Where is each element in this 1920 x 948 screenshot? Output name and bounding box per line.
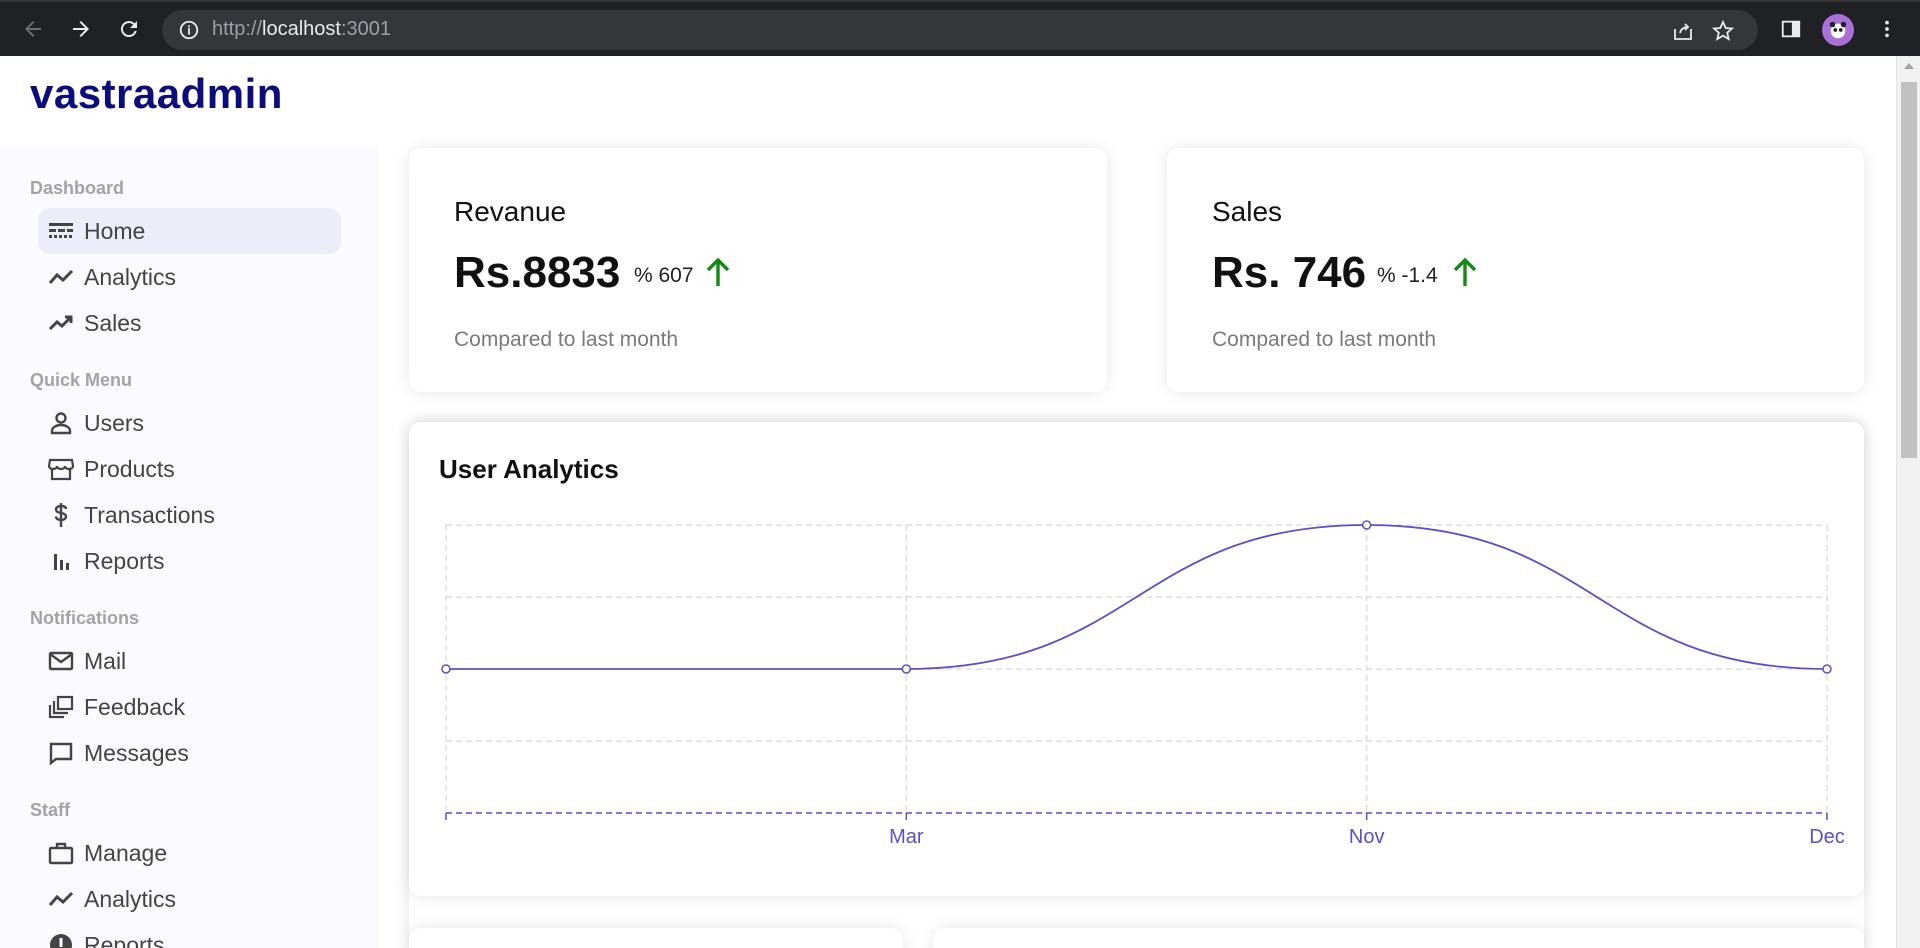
- sidebar-section-title: Notifications: [30, 608, 140, 628]
- more-vert-icon: [1885, 20, 1889, 38]
- address-bar[interactable]: http://localhost:3001: [162, 10, 1758, 50]
- sidebar-item-reports[interactable]: Reports: [38, 538, 341, 584]
- side-panel-icon: [1781, 20, 1801, 38]
- sidebar-item-label: Feedback: [84, 693, 186, 720]
- share-button[interactable]: [1670, 18, 1696, 44]
- vertical-scrollbar[interactable]: [1896, 56, 1920, 948]
- sidebar-item-label: Analytics: [84, 263, 177, 290]
- arrow-left-icon: [25, 21, 41, 37]
- profile-avatar[interactable]: [1822, 14, 1854, 46]
- sidebar-item-messages[interactable]: Messages: [38, 730, 341, 776]
- menu-button[interactable]: [1870, 12, 1904, 46]
- forward-button[interactable]: [64, 12, 98, 46]
- reload-button[interactable]: [112, 12, 146, 46]
- arrow-right-icon: [73, 21, 89, 37]
- featured-title: Revanue: [454, 196, 567, 227]
- x-tick-label: Nov: [1349, 826, 1385, 848]
- sidebar-item-label: Sales: [84, 309, 142, 336]
- sidebar-section-title: Staff: [30, 800, 70, 820]
- bookmark-button[interactable]: [1710, 18, 1736, 44]
- share-icon: [1674, 23, 1692, 40]
- arrow-upward-icon: [706, 257, 730, 286]
- sidebar-section-title: Dashboard: [30, 178, 125, 198]
- data-point: [901, 664, 912, 674]
- featured-title: Sales: [1212, 196, 1283, 227]
- info-icon[interactable]: [178, 19, 200, 41]
- back-button[interactable]: [16, 12, 50, 46]
- dollar-icon: [46, 502, 76, 528]
- x-tick-label: Dec: [1809, 826, 1845, 848]
- app-logo[interactable]: vastraadmin: [30, 70, 283, 118]
- scroll-up-arrow-icon[interactable]: [1904, 63, 1914, 69]
- featured-rate: % 607: [634, 264, 694, 287]
- sidebar-item-staff-analytics[interactable]: Analytics: [38, 876, 341, 922]
- timeline-icon: [46, 264, 76, 290]
- sidebar-item-manage[interactable]: Manage: [38, 830, 341, 876]
- data-point: [1361, 520, 1372, 530]
- x-tick-label: Mar: [889, 826, 924, 848]
- line-style-icon: [46, 218, 76, 244]
- bar-chart-icon: [46, 548, 76, 574]
- sidebar-item-feedback[interactable]: Feedback: [38, 684, 341, 730]
- sidebar-item-label: Users: [84, 409, 145, 436]
- sidebar-item-label: Analytics: [84, 885, 177, 912]
- sidebar-item-label: Products: [84, 455, 175, 482]
- featured-subtitle: Compared to last month: [1212, 328, 1437, 351]
- featured-rate: % -1.4: [1377, 264, 1438, 287]
- widget-small: [409, 928, 903, 948]
- sidebar-item-users[interactable]: Users: [38, 400, 341, 446]
- mail-icon: [46, 648, 76, 674]
- url-text: http://localhost:3001: [212, 18, 392, 40]
- panda-avatar-icon: [1829, 21, 1847, 39]
- featured-card-revenue: Revanue Rs.8833 % 607 Compared to last m…: [409, 148, 1107, 392]
- reload-icon: [120, 21, 137, 38]
- chart-container: User Analytics Mar Nov Dec: [409, 422, 1864, 896]
- sidebar-item-label: Transactions: [84, 501, 215, 528]
- browser-toolbar: http://localhost:3001: [0, 0, 1920, 56]
- dynamic-feed-icon: [46, 694, 76, 720]
- featured-subtitle: Compared to last month: [454, 328, 679, 351]
- sidebar-item-label: Reports: [84, 547, 165, 574]
- timeline-icon: [46, 886, 76, 912]
- person-icon: [46, 410, 76, 436]
- sidebar-item-label: Manage: [84, 839, 168, 866]
- sidebar-item-home[interactable]: Home: [38, 208, 341, 254]
- sidebar-item-label: Home: [84, 217, 146, 244]
- widget-large: [933, 928, 1864, 948]
- work-icon: [46, 840, 76, 866]
- trending-up-icon: [46, 310, 76, 336]
- chat-bubble-icon: [46, 740, 76, 766]
- sidebar-item-staff-reports[interactable]: Reports: [38, 922, 341, 948]
- sidebar-item-label: Reports: [84, 931, 165, 948]
- line-chart: Mar Nov Dec: [441, 520, 1845, 848]
- scroll-thumb[interactable]: [1901, 82, 1917, 458]
- featured-money: Rs.8833: [454, 248, 621, 297]
- sidebar-item-mail[interactable]: Mail: [38, 638, 341, 684]
- featured-card-sales: Sales Rs. 746 % -1.4 Compared to last mo…: [1167, 148, 1864, 392]
- star-icon: [1711, 19, 1735, 41]
- data-point: [1822, 664, 1832, 674]
- report-icon: [46, 932, 76, 948]
- sidebar-item-sales[interactable]: Sales: [38, 300, 341, 346]
- sidebar-item-transactions[interactable]: Transactions: [38, 492, 341, 538]
- sidebar-item-analytics[interactable]: Analytics: [38, 254, 341, 300]
- sidebar-section-title: Quick Menu: [30, 370, 133, 390]
- sidebar: Dashboard Home Analytics Sales Quick Men…: [0, 146, 379, 948]
- side-panel-button[interactable]: [1774, 12, 1808, 46]
- sidebar-item-products[interactable]: Products: [38, 446, 341, 492]
- sidebar-item-label: Messages: [84, 739, 189, 766]
- storefront-icon: [46, 456, 76, 482]
- sidebar-item-label: Mail: [84, 647, 127, 674]
- data-point: [441, 664, 451, 674]
- arrow-upward-icon: [1453, 257, 1477, 286]
- featured-money: Rs. 746: [1212, 248, 1367, 297]
